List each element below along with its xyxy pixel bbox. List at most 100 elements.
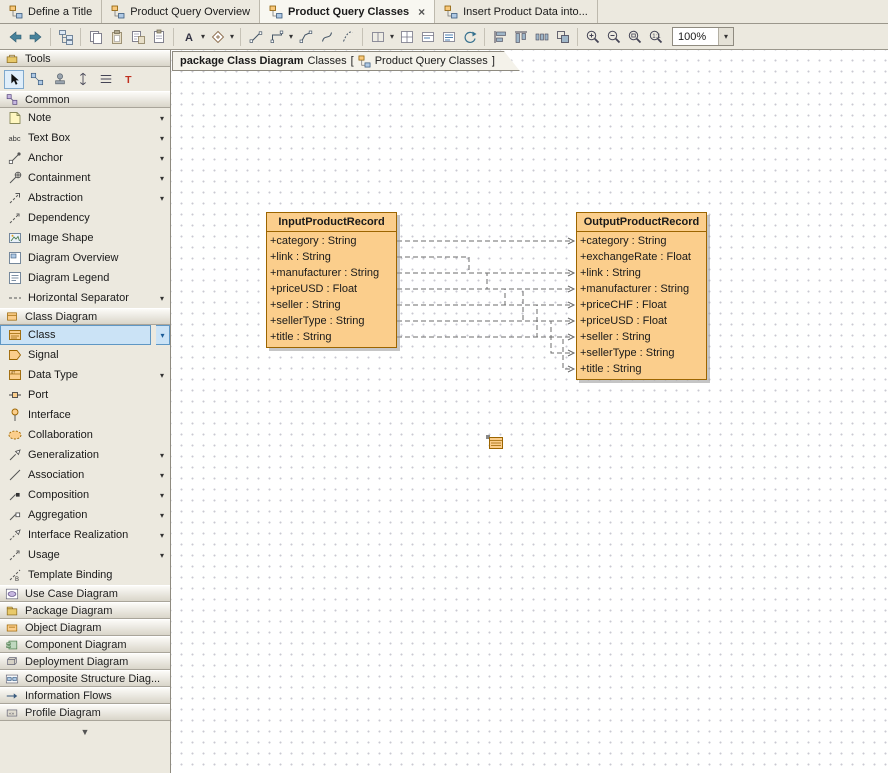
palette-item-composition[interactable]: Composition ▾ bbox=[0, 485, 170, 505]
attribute-row[interactable]: +sellerType : String bbox=[577, 345, 706, 361]
palette-header-use-case-diagram[interactable]: Use Case Diagram bbox=[0, 585, 170, 602]
chevron-down-icon[interactable]: ▾ bbox=[160, 511, 168, 520]
palette-item-data-type[interactable]: dT Data Type ▾ bbox=[0, 365, 170, 385]
attribute-row[interactable]: +priceCHF : Float bbox=[577, 297, 706, 313]
class-name[interactable]: InputProductRecord bbox=[267, 213, 396, 232]
chevron-down-icon[interactable]: ▾ bbox=[160, 154, 168, 163]
line-curve-button[interactable] bbox=[316, 27, 337, 47]
palette-item-usage[interactable]: Usage ▾ bbox=[0, 545, 170, 565]
palette-item-image-shape[interactable]: Image Shape bbox=[0, 228, 170, 248]
palette-item-port[interactable]: Port bbox=[0, 385, 170, 405]
zoom-out-button[interactable] bbox=[603, 27, 624, 47]
copy-button[interactable] bbox=[85, 27, 106, 47]
attribute-row[interactable]: +seller : String bbox=[267, 297, 396, 313]
attribute-row[interactable]: +sellerType : String bbox=[267, 313, 396, 329]
tab-product-query-classes[interactable]: Product Query Classes × bbox=[260, 0, 435, 23]
palette-item-template-binding[interactable]: B Template Binding bbox=[0, 565, 170, 585]
palette-item-dependency[interactable]: Dependency bbox=[0, 208, 170, 228]
paste-button[interactable] bbox=[106, 27, 127, 47]
class-output-product-record[interactable]: OutputProductRecord +category : String +… bbox=[576, 212, 707, 380]
palette-header-component-diagram[interactable]: Component Diagram bbox=[0, 636, 170, 653]
palette-item-collaboration[interactable]: Collaboration bbox=[0, 425, 170, 445]
palette-item-aggregation[interactable]: Aggregation ▾ bbox=[0, 505, 170, 525]
palette-scroll-down-button[interactable]: ▼ bbox=[0, 721, 170, 743]
tab-product-query-overview[interactable]: Product Query Overview bbox=[102, 0, 260, 23]
chevron-down-icon[interactable]: ▾ bbox=[160, 294, 168, 303]
palette-item-interface[interactable]: Interface bbox=[0, 405, 170, 425]
palette-item-anchor[interactable]: Anchor ▾ bbox=[0, 148, 170, 168]
chevron-down-icon[interactable]: ▾ bbox=[388, 32, 396, 41]
chevron-down-icon[interactable]: ▾ bbox=[228, 32, 236, 41]
forward-button[interactable] bbox=[25, 27, 46, 47]
chevron-down-icon[interactable]: ▾ bbox=[160, 531, 168, 540]
palette-header-class-diagram[interactable]: Class Diagram bbox=[0, 308, 170, 325]
palette-item-signal[interactable]: Signal bbox=[0, 345, 170, 365]
palette-item-horizontal-separator[interactable]: Horizontal Separator ▾ bbox=[0, 288, 170, 308]
palette-item-association[interactable]: Association ▾ bbox=[0, 465, 170, 485]
free-text-tool-button[interactable]: T bbox=[119, 70, 139, 89]
horizontal-lines-tool-button[interactable] bbox=[96, 70, 116, 89]
chevron-down-icon[interactable]: ▾ bbox=[160, 174, 168, 183]
palette-item-abstraction[interactable]: Abstraction ▾ bbox=[0, 188, 170, 208]
vertical-spacing-tool-button[interactable] bbox=[73, 70, 93, 89]
palette-item-class[interactable]: Class ▾ bbox=[0, 325, 170, 345]
chevron-down-icon[interactable]: ▾ bbox=[160, 551, 168, 560]
select-tool-button[interactable] bbox=[4, 70, 24, 89]
attribute-row[interactable]: +title : String bbox=[577, 361, 706, 377]
attribute-row[interactable]: +link : String bbox=[577, 265, 706, 281]
chevron-down-icon[interactable]: ▾ bbox=[160, 114, 168, 123]
zoom-1-1-button[interactable]: 1:1 bbox=[645, 27, 666, 47]
text-tool-button[interactable]: A bbox=[178, 27, 199, 47]
tab-insert-product-data[interactable]: Insert Product Data into... bbox=[435, 0, 598, 23]
palette-header-information-flows[interactable]: Information Flows bbox=[0, 687, 170, 704]
match-size-button[interactable] bbox=[552, 27, 573, 47]
chevron-down-icon[interactable]: ▾ bbox=[156, 325, 170, 345]
palette-item-class-main[interactable]: Class bbox=[0, 325, 151, 345]
related-elements-tool-button[interactable] bbox=[27, 70, 47, 89]
line-rectilinear-button[interactable] bbox=[266, 27, 287, 47]
stamp-tool-button[interactable] bbox=[50, 70, 70, 89]
compartment-button[interactable] bbox=[417, 27, 438, 47]
chevron-down-icon[interactable]: ▾ bbox=[160, 134, 168, 143]
close-tab-icon[interactable]: × bbox=[418, 5, 425, 19]
distribute-button[interactable] bbox=[531, 27, 552, 47]
chevron-down-icon[interactable]: ▾ bbox=[160, 471, 168, 480]
line-oblique-button[interactable] bbox=[295, 27, 316, 47]
tab-define-a-title[interactable]: Define a Title bbox=[0, 0, 102, 23]
palette-item-note[interactable]: Note ▾ bbox=[0, 108, 170, 128]
palette-item-containment[interactable]: Containment ▾ bbox=[0, 168, 170, 188]
palette-item-interface-realization[interactable]: Interface Realization ▾ bbox=[0, 525, 170, 545]
attribute-row[interactable]: +priceUSD : Float bbox=[267, 281, 396, 297]
class-input-product-record[interactable]: InputProductRecord +category : String +l… bbox=[266, 212, 397, 348]
palette-header-tools[interactable]: Tools bbox=[0, 50, 170, 67]
line-straight-button[interactable] bbox=[245, 27, 266, 47]
containment-tree-button[interactable] bbox=[55, 27, 76, 47]
back-button[interactable] bbox=[4, 27, 25, 47]
chevron-down-icon[interactable]: ▾ bbox=[160, 451, 168, 460]
grid-button[interactable] bbox=[396, 27, 417, 47]
chevron-down-icon[interactable]: ▾ bbox=[160, 491, 168, 500]
zoom-in-button[interactable] bbox=[582, 27, 603, 47]
attribute-row[interactable]: +seller : String bbox=[577, 329, 706, 345]
refresh-button[interactable] bbox=[459, 27, 480, 47]
palette-item-text-box[interactable]: abc Text Box ▾ bbox=[0, 128, 170, 148]
attribute-row[interactable]: +category : String bbox=[267, 233, 396, 249]
palette-header-composite-structure-diagram[interactable]: Composite Structure Diag... bbox=[0, 670, 170, 687]
palette-item-diagram-legend[interactable]: Diagram Legend bbox=[0, 268, 170, 288]
palette-header-common[interactable]: Common bbox=[0, 91, 170, 108]
zoom-fit-button[interactable] bbox=[624, 27, 645, 47]
swimlane-button[interactable] bbox=[367, 27, 388, 47]
align-top-button[interactable] bbox=[510, 27, 531, 47]
align-left-button[interactable] bbox=[489, 27, 510, 47]
attribute-row[interactable]: +title : String bbox=[267, 329, 396, 345]
chevron-down-icon[interactable]: ▾ bbox=[199, 32, 207, 41]
palette-item-diagram-overview[interactable]: Diagram Overview bbox=[0, 248, 170, 268]
attribute-row[interactable]: +exchangeRate : Float bbox=[577, 249, 706, 265]
chevron-down-icon[interactable]: ▾ bbox=[160, 194, 168, 203]
attribute-row[interactable]: +manufacturer : String bbox=[267, 265, 396, 281]
line-spline-button[interactable] bbox=[337, 27, 358, 47]
class-name[interactable]: OutputProductRecord bbox=[577, 213, 706, 232]
attribute-row[interactable]: +category : String bbox=[577, 233, 706, 249]
palette-header-object-diagram[interactable]: Object Diagram bbox=[0, 619, 170, 636]
diagram-canvas[interactable]: package Class Diagram Classes [ Product … bbox=[171, 50, 888, 773]
